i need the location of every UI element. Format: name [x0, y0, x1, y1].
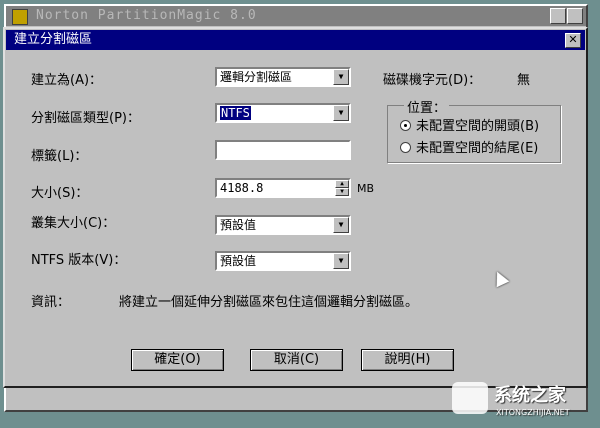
position-title: 位置：: [404, 97, 450, 116]
dialog-titlebar: 建立分割磁區 ✕: [6, 30, 585, 50]
minimize-icon[interactable]: [550, 8, 566, 24]
size-spinner[interactable]: 4188.8 ▲ ▼: [215, 178, 351, 198]
cluster-size-select[interactable]: 預設值 ▼: [215, 215, 351, 235]
radio-label: 未配置空間的開頭(B): [416, 119, 540, 134]
create-as-value: 邏輯分割磁區: [220, 70, 293, 84]
size-unit: MB: [357, 182, 375, 195]
background-title: Norton PartitionMagic 8.0: [36, 8, 257, 23]
ok-button[interactable]: 確定(O): [131, 349, 224, 371]
size-value: 4188.8: [220, 181, 264, 195]
help-button[interactable]: 說明(H): [361, 349, 454, 371]
partition-type-select[interactable]: NTFS ▼: [215, 103, 351, 123]
spinner-buttons[interactable]: ▲ ▼: [335, 180, 349, 196]
mouse-cursor-icon: [490, 268, 510, 288]
watermark-logo-icon: [452, 382, 488, 414]
chevron-down-icon[interactable]: ▼: [333, 69, 349, 85]
radio-checked-icon[interactable]: [400, 120, 411, 131]
partition-type-value: NTFS: [220, 106, 251, 120]
spin-up-icon[interactable]: ▲: [335, 180, 349, 188]
radio-unchecked-icon[interactable]: [400, 142, 411, 153]
background-titlebar: Norton PartitionMagic 8.0: [6, 6, 586, 26]
dialog-title: 建立分割磁區: [14, 32, 93, 47]
cancel-button[interactable]: 取消(C): [250, 349, 343, 371]
create-as-label: 建立為(A)：: [31, 73, 103, 88]
volume-label-label: 標籤(L)：: [31, 149, 88, 164]
radio-label: 未配置空間的結尾(E): [416, 141, 539, 156]
info-text: 將建立一個延伸分割磁區來包住這個邏輯分割磁區。: [119, 295, 419, 310]
spin-down-icon[interactable]: ▼: [335, 188, 349, 196]
chevron-down-icon[interactable]: ▼: [333, 105, 349, 121]
ntfs-version-label: NTFS 版本(V)：: [31, 253, 127, 268]
drive-letter-label: 磁碟機字元(D)：: [383, 73, 482, 88]
info-label: 資訊：: [31, 295, 71, 310]
watermark: 系统之家 XITONGZHIJIA.NET: [452, 378, 600, 428]
radio-start-of-unallocated[interactable]: 未配置空間的開頭(B): [400, 115, 539, 134]
cluster-size-label: 叢集大小(C)：: [31, 216, 116, 231]
close-icon[interactable]: ✕: [565, 33, 581, 48]
partition-type-label: 分割磁區類型(P)：: [31, 111, 140, 126]
create-partition-dialog: 建立分割磁區 ✕ 建立為(A)： 邏輯分割磁區 ▼ 磁碟機字元(D)： 無 分割…: [3, 27, 588, 388]
cluster-size-value: 預設值: [220, 218, 257, 232]
chevron-down-icon[interactable]: ▼: [333, 217, 349, 233]
ntfs-version-select[interactable]: 預設值 ▼: [215, 251, 351, 271]
app-icon: [12, 9, 28, 25]
watermark-url: XITONGZHIJIA.NET: [496, 408, 570, 417]
volume-label-input[interactable]: [215, 140, 351, 160]
radio-end-of-unallocated[interactable]: 未配置空間的結尾(E): [400, 137, 538, 156]
position-groupbox: 位置： 未配置空間的開頭(B) 未配置空間的結尾(E): [387, 97, 561, 163]
drive-letter-value: 無: [517, 73, 531, 88]
watermark-brand: 系统之家: [494, 385, 566, 406]
size-label: 大小(S)：: [31, 186, 89, 201]
maximize-icon[interactable]: [567, 8, 583, 24]
create-as-select[interactable]: 邏輯分割磁區 ▼: [215, 67, 351, 87]
chevron-down-icon[interactable]: ▼: [333, 253, 349, 269]
ntfs-version-value: 預設值: [220, 254, 257, 268]
